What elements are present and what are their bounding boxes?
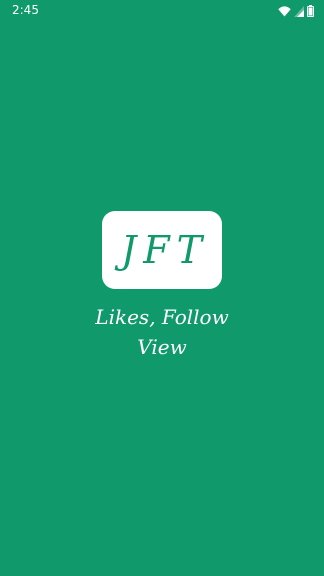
battery-icon [307, 5, 314, 17]
tagline-line-2: View [137, 335, 187, 359]
status-icons [278, 4, 314, 18]
logo-text: JFT [121, 228, 209, 272]
app-tagline: Likes, Follow View [0, 302, 324, 362]
app-logo: JFT [102, 211, 222, 289]
tagline-line-1: Likes, Follow [95, 305, 229, 329]
status-time: 2:45 [12, 3, 39, 17]
signal-icon [294, 5, 304, 17]
wifi-icon [278, 5, 291, 17]
status-bar: 2:45 [0, 0, 324, 22]
splash-screen: 2:45 JFT Likes, Follow View [0, 0, 324, 576]
